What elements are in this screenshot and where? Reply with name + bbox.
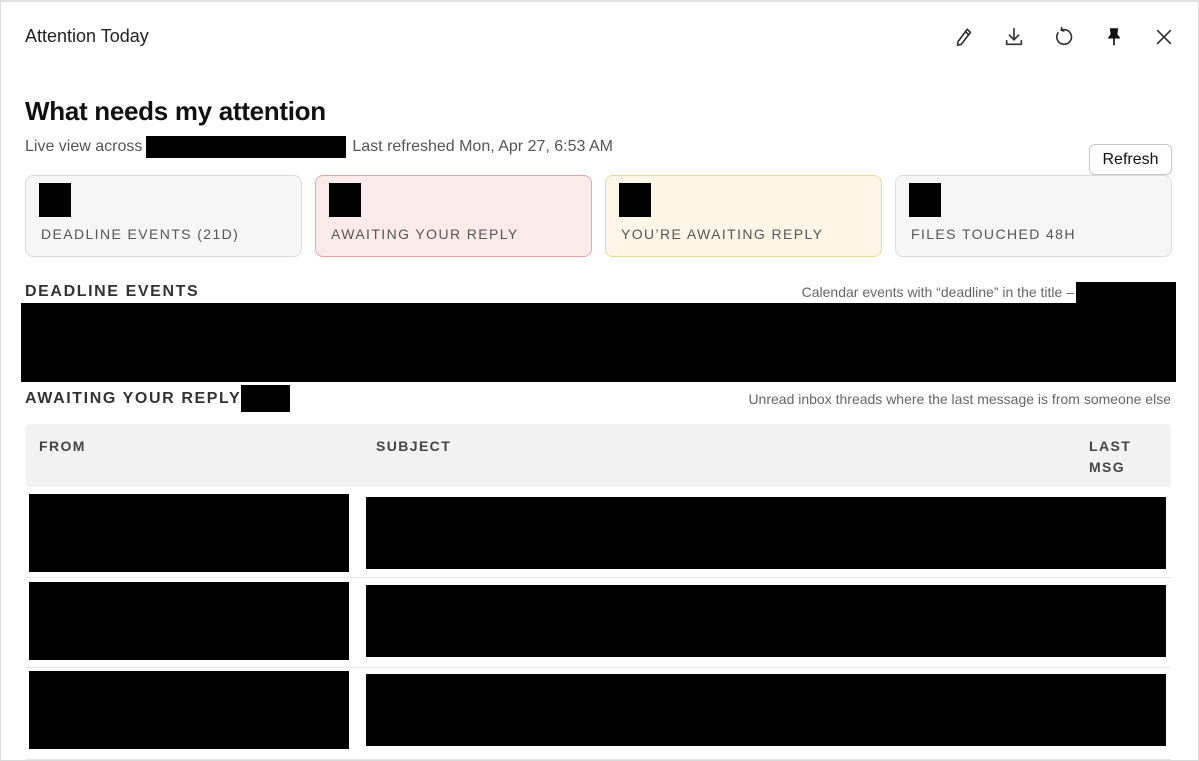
attention-window: Attention Today What needs my attention … <box>0 0 1199 761</box>
column-header-last-msg-line2: MSG <box>1089 459 1126 475</box>
summary-card-files-touched[interactable]: FILES TOUCHED 48H <box>895 175 1172 257</box>
column-header-from[interactable]: FROM <box>39 436 86 457</box>
close-icon[interactable] <box>1151 24 1177 50</box>
summary-card-label: FILES TOUCHED 48H <box>911 226 1076 242</box>
redacted-count <box>241 385 290 412</box>
refresh-status-line: Live view across Last refreshed Mon, Apr… <box>25 136 613 158</box>
summary-card-awaiting-your-reply[interactable]: AWAITING YOUR REPLY <box>315 175 592 257</box>
refresh-button[interactable]: Refresh <box>1089 144 1172 175</box>
redacted-account-name <box>146 136 347 158</box>
last-refreshed-text: Last refreshed Mon, Apr 27, 6:53 AM <box>352 138 613 155</box>
page-title: What needs my attention <box>25 96 326 126</box>
deadline-section-note: Calendar events with “deadline” in the t… <box>801 284 1074 300</box>
window-titlebar: Attention Today <box>1 2 1198 70</box>
column-header-last-msg-line1: LAST <box>1089 438 1132 454</box>
summary-card-label: YOU’RE AWAITING REPLY <box>621 226 824 242</box>
redacted-sender <box>29 582 349 660</box>
redacted-count <box>329 183 361 217</box>
table-row[interactable] <box>26 488 1171 578</box>
redacted-deadline-list <box>21 303 1176 382</box>
table-header: FROM SUBJECT LAST MSG <box>26 424 1171 487</box>
table-row[interactable] <box>26 578 1171 668</box>
table-row[interactable] <box>26 668 1171 760</box>
redacted-sender <box>29 671 349 749</box>
download-icon[interactable] <box>1001 24 1027 50</box>
redacted-subject <box>366 585 1166 657</box>
reply-section-title: AWAITING YOUR REPLY <box>25 390 242 407</box>
column-header-subject[interactable]: SUBJECT <box>376 436 451 457</box>
redacted-count <box>909 183 941 217</box>
redacted-subject <box>366 497 1166 569</box>
redacted-count <box>39 183 71 217</box>
column-header-last-msg[interactable]: LAST MSG <box>1089 436 1131 478</box>
pencil-icon[interactable] <box>951 24 977 50</box>
deadline-section-title: DEADLINE EVENTS <box>25 283 200 300</box>
summary-card-label: DEADLINE EVENTS (21D) <box>41 226 240 242</box>
summary-card-youre-awaiting-reply[interactable]: YOU’RE AWAITING REPLY <box>605 175 882 257</box>
summary-card-label: AWAITING YOUR REPLY <box>331 226 519 242</box>
summary-card-deadlines[interactable]: DEADLINE EVENTS (21D) <box>25 175 302 257</box>
live-view-label: Live view across <box>25 138 143 155</box>
redacted-count <box>619 183 651 217</box>
redacted-sender <box>29 494 349 572</box>
redacted-subject <box>366 674 1166 746</box>
reply-section-note: Unread inbox threads where the last mess… <box>748 391 1171 407</box>
pin-icon[interactable] <box>1101 24 1127 50</box>
refresh-icon[interactable] <box>1051 24 1077 50</box>
window-title: Attention Today <box>25 26 149 46</box>
